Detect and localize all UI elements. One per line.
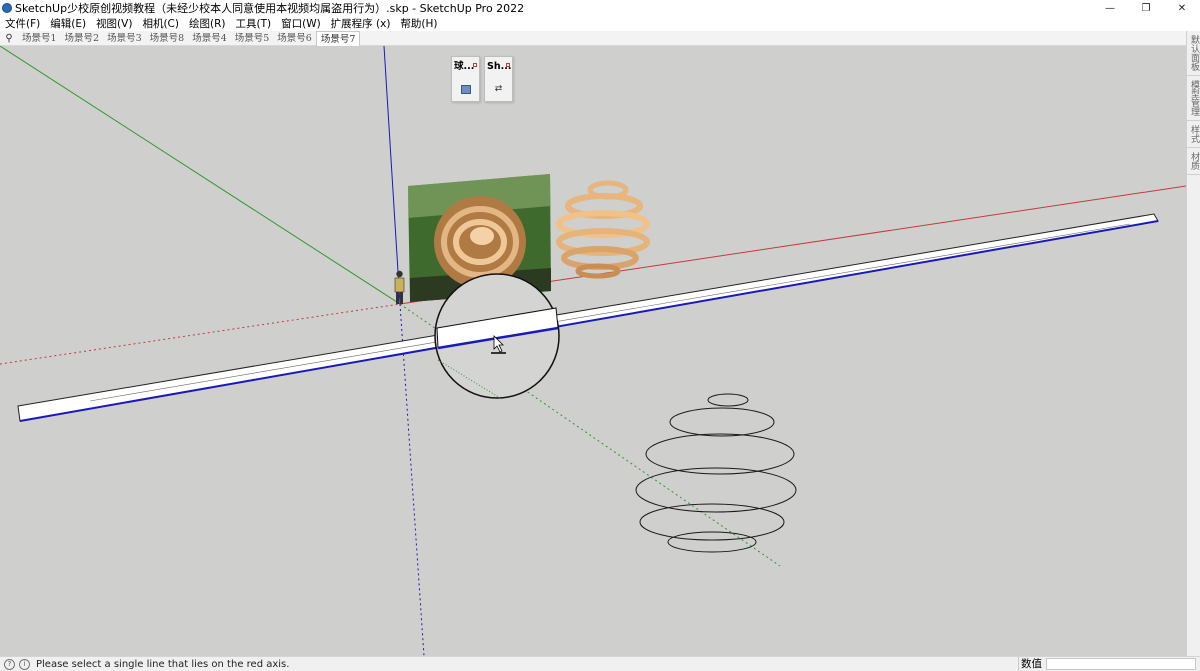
info-icon[interactable]: i	[19, 658, 30, 670]
viewport-canvas[interactable]	[0, 46, 1186, 656]
menu-file[interactable]: 文件(F)	[0, 16, 45, 31]
scene-tab-6[interactable]: 场景号6	[273, 31, 316, 46]
measurements-label: 数值	[1018, 657, 1042, 671]
wooden-spiral-sphere[interactable]	[556, 180, 650, 279]
menu-window[interactable]: 窗口(W)	[276, 16, 326, 31]
blue-axis-dotted	[399, 303, 425, 656]
menu-edit[interactable]: 编辑(E)	[45, 16, 91, 31]
close-icon[interactable]	[506, 63, 510, 67]
window-title: SketchUp少校原创视频教程（未经少校本人同意使用本视频均属盗用行为）.sk…	[15, 2, 525, 15]
swap-icon[interactable]: ⇄	[495, 84, 503, 94]
scene-tab-2[interactable]: 场景号2	[61, 31, 104, 46]
menu-extensions[interactable]: 扩展程序 (x)	[326, 16, 396, 31]
magnifier-lens	[434, 273, 560, 399]
default-tray: 默认面板 模型管理 样式 材质	[1186, 31, 1200, 656]
tray-tab-materials[interactable]: 材质	[1187, 148, 1200, 175]
window-controls: — ❐ ✕	[1092, 0, 1200, 16]
scene-tabs-bar: ⚲ 场景号1 场景号2 场景号3 场景号8 场景号4 场景号5 场景号6 场景号…	[0, 30, 1186, 46]
tray-tab-default[interactable]: 默认面板	[1187, 31, 1200, 76]
close-icon[interactable]	[473, 63, 477, 67]
menu-help[interactable]: 帮助(H)	[395, 16, 442, 31]
sketchup-logo-icon	[2, 3, 12, 13]
maximize-button[interactable]: ❐	[1128, 0, 1164, 16]
minimize-button[interactable]: —	[1092, 0, 1128, 16]
scene-tab-8[interactable]: 场景号8	[146, 31, 189, 46]
blue-axis-line	[383, 46, 401, 305]
square-icon[interactable]	[460, 84, 471, 94]
floating-panel-sphere[interactable]: 球...	[451, 56, 480, 102]
scene-tab-5[interactable]: 场景号5	[231, 31, 274, 46]
floating-panel-title: Sh...	[487, 61, 512, 72]
menu-draw[interactable]: 绘图(R)	[184, 16, 231, 31]
model-viewport[interactable]	[0, 46, 1186, 656]
tray-tab-model[interactable]: 模型管理	[1187, 76, 1200, 121]
green-axis-line	[0, 46, 401, 305]
status-message: Please select a single line that lies on…	[36, 658, 290, 670]
menu-camera[interactable]: 相机(C)	[137, 16, 184, 31]
scene-tab-1[interactable]: 场景号1	[18, 31, 61, 46]
close-button[interactable]: ✕	[1164, 0, 1200, 16]
scene-tab-3[interactable]: 场景号3	[103, 31, 146, 46]
floating-panel-title: 球...	[454, 61, 475, 72]
search-icon[interactable]: ⚲	[0, 33, 18, 44]
menu-view[interactable]: 视图(V)	[91, 16, 137, 31]
menu-bar: 文件(F) 编辑(E) 视图(V) 相机(C) 绘图(R) 工具(T) 窗口(W…	[0, 16, 1200, 31]
menu-tools[interactable]: 工具(T)	[230, 16, 276, 31]
scene-tab-4[interactable]: 场景号4	[188, 31, 231, 46]
measurements-input[interactable]	[1046, 658, 1196, 670]
floating-panel-sh[interactable]: Sh... ⇄	[484, 56, 513, 102]
scene-tab-7[interactable]: 场景号7	[315, 30, 361, 46]
title-bar: SketchUp少校原创视频教程（未经少校本人同意使用本视频均属盗用行为）.sk…	[0, 0, 1200, 16]
helix-wire-sphere[interactable]	[635, 393, 797, 553]
status-bar: ? i Please select a single line that lie…	[0, 656, 1200, 671]
long-beam[interactable]	[17, 213, 1159, 422]
tray-tab-styles[interactable]: 样式	[1187, 121, 1200, 148]
geolocation-icon[interactable]: ?	[4, 658, 15, 670]
